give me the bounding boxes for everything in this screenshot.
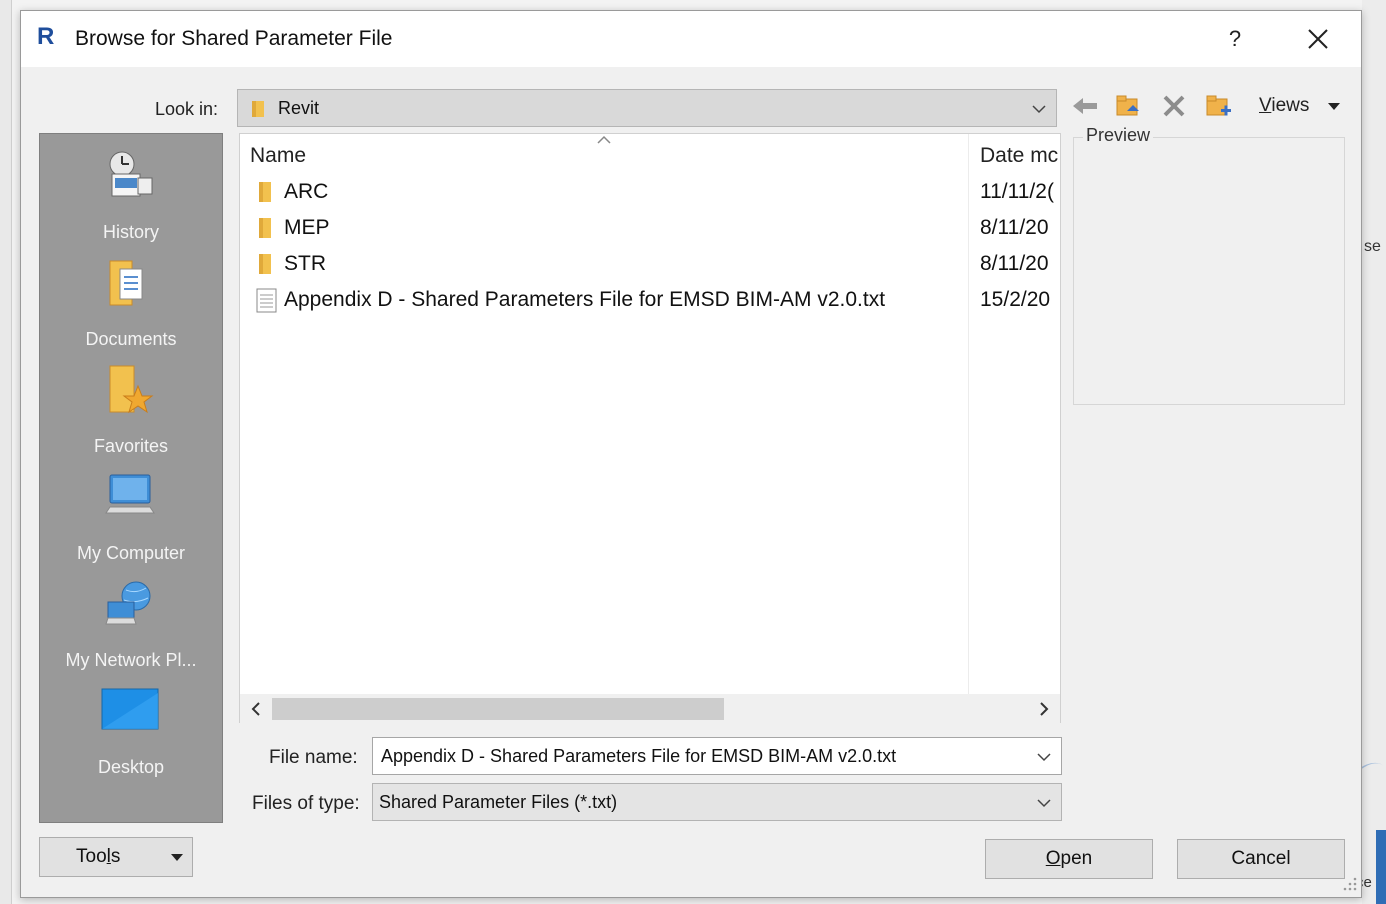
desktop-icon	[101, 688, 159, 730]
folder-up-icon	[1116, 95, 1139, 116]
cancel-button[interactable]: Cancel	[1177, 839, 1345, 879]
dialog-title: Browse for Shared Parameter File	[75, 27, 393, 50]
file-name-label: File name:	[269, 747, 358, 768]
help-button[interactable]: ?	[1215, 21, 1255, 57]
folder-icon	[259, 182, 271, 202]
list-item[interactable]: MEP 8/11/20	[240, 210, 1060, 246]
column-header-name[interactable]: Name	[250, 144, 306, 168]
back-button[interactable]	[1069, 91, 1103, 121]
places-bar: History Documents Favorites My Computer …	[39, 133, 223, 823]
file-name: MEP	[284, 216, 330, 239]
place-label: My Network Pl...	[65, 650, 197, 670]
scroll-left-icon[interactable]	[246, 698, 266, 720]
place-label: My Computer	[76, 543, 186, 563]
file-type-dropdown[interactable]: Shared Parameter Files (*.txt)	[372, 783, 1062, 821]
network-places-icon	[105, 581, 151, 625]
file-name: STR	[284, 252, 326, 275]
place-documents[interactable]: Documents	[40, 249, 222, 353]
place-label: Desktop	[97, 757, 165, 777]
background-accent-bar	[1376, 830, 1386, 904]
favorites-icon	[109, 365, 154, 414]
folder-icon	[252, 101, 264, 117]
background-left-panel	[0, 0, 12, 904]
my-computer-icon	[105, 474, 155, 514]
delete-button[interactable]	[1157, 91, 1191, 121]
preview-label: Preview	[1083, 125, 1154, 146]
file-date: 8/11/20	[980, 216, 1049, 239]
look-in-value: Revit	[278, 98, 320, 118]
file-name-value: Appendix D - Shared Parameters File for …	[381, 746, 897, 766]
close-button[interactable]	[1295, 21, 1341, 57]
views-label: iews	[1271, 95, 1310, 116]
background-label: se	[1364, 238, 1381, 255]
chevron-down-icon	[1037, 799, 1051, 808]
close-icon	[1308, 29, 1328, 49]
file-name: ARC	[284, 180, 329, 203]
browse-dialog: R Browse for Shared Parameter File ? Loo…	[20, 10, 1362, 898]
preview-pane	[1073, 137, 1345, 405]
delete-x-icon	[1163, 95, 1185, 117]
history-icon	[109, 151, 153, 197]
title-bar[interactable]: R Browse for Shared Parameter File ?	[21, 11, 1361, 67]
file-list[interactable]: Name Date mc ARC 11/11/2( MEP 8/11/20 ST…	[239, 133, 1062, 724]
views-menu-button[interactable]: Views	[1259, 95, 1309, 117]
chevron-down-icon[interactable]	[1033, 744, 1055, 768]
scrollbar-thumb[interactable]	[272, 698, 724, 720]
file-type-value: Shared Parameter Files (*.txt)	[379, 792, 618, 812]
file-name: Appendix D - Shared Parameters File for …	[284, 288, 886, 311]
sort-ascending-icon	[597, 135, 611, 144]
file-date: 11/11/2(	[980, 180, 1054, 203]
place-label: Documents	[85, 329, 177, 349]
text-file-icon	[256, 288, 277, 313]
place-history[interactable]: History	[40, 142, 222, 246]
place-favorites[interactable]: Favorites	[40, 356, 222, 460]
file-date: 8/11/20	[980, 252, 1049, 275]
revit-logo-icon: R	[37, 23, 55, 50]
tools-label: Tools	[76, 838, 120, 876]
tools-label-part: s	[110, 846, 121, 867]
tools-dropdown-icon	[171, 854, 183, 861]
list-item[interactable]: Appendix D - Shared Parameters File for …	[240, 282, 1060, 318]
resize-grip-icon[interactable]	[1339, 873, 1359, 893]
list-item[interactable]: ARC 11/11/2(	[240, 174, 1060, 210]
folder-icon	[259, 218, 271, 238]
views-mnemonic: V	[1259, 95, 1272, 116]
documents-icon	[109, 260, 143, 306]
look-in-label: Look in:	[155, 99, 219, 119]
new-folder-button[interactable]	[1201, 91, 1235, 121]
place-my-computer[interactable]: My Computer	[40, 463, 222, 567]
open-mnemonic: O	[1045, 848, 1061, 869]
chevron-down-icon	[1032, 105, 1046, 114]
open-button[interactable]: Open	[985, 839, 1153, 879]
tools-label-part: Too	[76, 846, 107, 867]
horizontal-scrollbar[interactable]	[240, 694, 1060, 724]
folder-icon	[259, 254, 271, 274]
place-network[interactable]: My Network Pl...	[40, 570, 222, 674]
look-in-dropdown[interactable]: Revit	[237, 89, 1057, 127]
views-dropdown-icon[interactable]	[1327, 101, 1341, 111]
column-header-date[interactable]: Date mc	[980, 144, 1062, 168]
back-arrow-icon	[1073, 98, 1097, 114]
new-folder-icon	[1206, 95, 1231, 116]
up-folder-button[interactable]	[1111, 91, 1145, 121]
tools-button[interactable]: Tools	[39, 837, 193, 877]
place-label: History	[102, 222, 159, 242]
file-name-input[interactable]: Appendix D - Shared Parameters File for …	[372, 737, 1062, 775]
file-date: 15/2/20	[980, 288, 1051, 311]
scroll-right-icon[interactable]	[1034, 698, 1054, 720]
place-label: Favorites	[93, 436, 169, 456]
file-type-label: Files of type:	[252, 793, 360, 814]
list-item[interactable]: STR 8/11/20	[240, 246, 1060, 282]
place-desktop[interactable]: Desktop	[40, 677, 222, 781]
open-label: pen	[1060, 848, 1093, 869]
